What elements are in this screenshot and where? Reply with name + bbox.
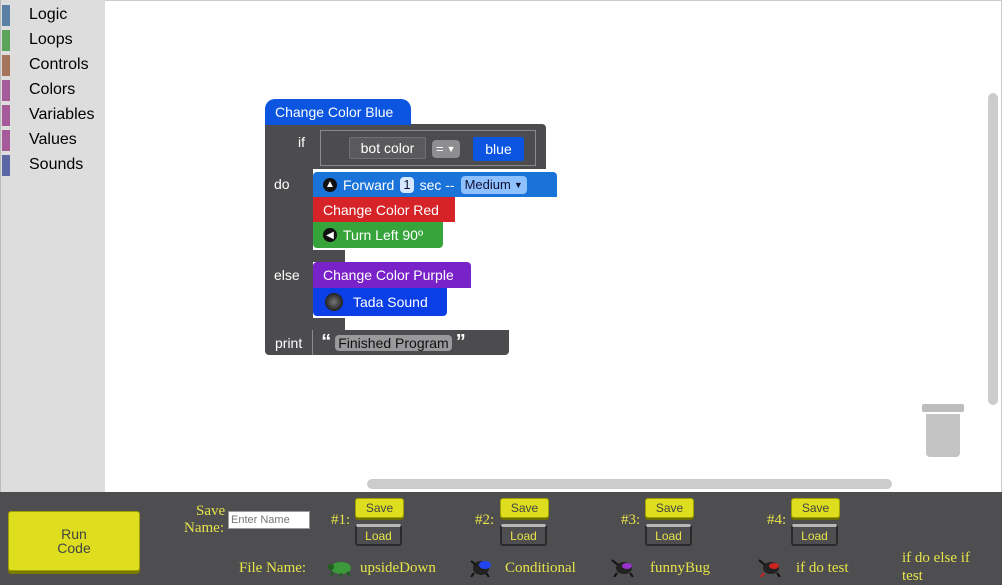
tada-label: Tada Sound bbox=[353, 294, 428, 310]
category-label: Controls bbox=[29, 56, 89, 73]
change-purple-label: Change Color Purple bbox=[323, 267, 454, 283]
category-label: Sounds bbox=[29, 156, 84, 173]
blue-label: blue bbox=[485, 141, 512, 157]
tada-sound-block[interactable]: Tada Sound bbox=[313, 288, 447, 316]
purple-bug-icon bbox=[611, 559, 634, 577]
if-else-block-mid bbox=[265, 250, 345, 262]
save-slot-4-button[interactable]: Save bbox=[791, 498, 840, 518]
category-swatch bbox=[2, 129, 10, 151]
print-block[interactable]: print “ Finished Program ” bbox=[265, 330, 509, 355]
change-color-red-block[interactable]: Change Color Red bbox=[313, 197, 455, 222]
operator-dropdown[interactable]: = ▼ bbox=[432, 140, 460, 158]
file-5-name-line-1[interactable]: if do else if bbox=[902, 550, 970, 567]
print-text-field[interactable]: Finished Program bbox=[335, 334, 452, 351]
blue-color-block[interactable]: blue bbox=[473, 137, 524, 161]
save-slot-3-button[interactable]: Save bbox=[645, 498, 694, 518]
close-quote-icon: ” bbox=[455, 331, 466, 353]
run-code-button[interactable]: Run Code bbox=[8, 511, 140, 571]
category-variables[interactable]: Variables bbox=[2, 104, 102, 126]
slot-3-label: #3: bbox=[621, 512, 641, 528]
if-else-block-spine[interactable] bbox=[265, 124, 313, 348]
workspace[interactable] bbox=[105, 0, 1002, 492]
file-2-name[interactable]: Conditional bbox=[505, 560, 576, 577]
bot-color-label: bot color bbox=[360, 140, 415, 156]
category-loops[interactable]: Loops bbox=[2, 29, 102, 51]
operator-label: = bbox=[436, 141, 444, 156]
save-slot-1-button[interactable]: Save bbox=[355, 498, 404, 518]
speed-label: Medium bbox=[464, 176, 511, 192]
category-controls[interactable]: Controls bbox=[2, 54, 102, 76]
hat-label: Change Color Blue bbox=[275, 104, 394, 120]
category-swatch bbox=[2, 154, 10, 176]
load-slot-4-button[interactable]: Load bbox=[791, 524, 838, 546]
toolbox: Logic Loops Controls Colors Variables Va… bbox=[0, 0, 105, 492]
if-label: if bbox=[298, 134, 305, 150]
text-block[interactable]: “ Finished Program ” bbox=[312, 330, 466, 355]
bot-color-block[interactable]: bot color bbox=[349, 137, 426, 159]
file-4-name[interactable]: if do test bbox=[796, 560, 849, 577]
print-label: print bbox=[275, 334, 303, 351]
slot-2-label: #2: bbox=[475, 512, 495, 528]
chevron-down-icon: ▼ bbox=[446, 144, 456, 154]
forward-block[interactable]: ▲ Forward 1 sec -- Medium ▼ bbox=[313, 172, 557, 197]
slot-4-label: #4: bbox=[767, 512, 787, 528]
speed-dropdown[interactable]: Medium ▼ bbox=[460, 175, 527, 194]
green-bug-icon bbox=[328, 562, 351, 577]
category-swatch bbox=[2, 104, 10, 126]
category-swatch bbox=[2, 54, 10, 76]
open-quote-icon: “ bbox=[321, 331, 332, 353]
load-slot-1-button[interactable]: Load bbox=[355, 524, 402, 546]
file-name-label: File Name: bbox=[239, 560, 307, 576]
event-hat-block[interactable]: Change Color Blue bbox=[265, 99, 411, 125]
blue-bug-icon bbox=[470, 560, 491, 577]
code-label: Code bbox=[57, 540, 91, 556]
category-label: Loops bbox=[29, 31, 73, 48]
else-label: else bbox=[274, 267, 300, 283]
arrow-up-icon: ▲ bbox=[323, 177, 337, 192]
save-name-label-1: Save bbox=[196, 503, 226, 519]
horizontal-scrollbar[interactable] bbox=[367, 479, 892, 489]
arrow-left-icon: ◀ bbox=[323, 228, 337, 242]
turn-left-block[interactable]: ◀ Turn Left 90º bbox=[313, 222, 443, 248]
forward-label: Forward bbox=[343, 176, 395, 193]
trash-lid[interactable] bbox=[922, 404, 964, 412]
category-swatch bbox=[2, 79, 10, 101]
save-slot-2-button[interactable]: Save bbox=[500, 498, 549, 518]
turn-left-label: Turn Left 90º bbox=[343, 227, 424, 243]
slot-1-label: #1: bbox=[331, 512, 351, 528]
run-label: Run bbox=[61, 526, 87, 542]
seconds-field[interactable]: 1 bbox=[400, 176, 414, 193]
category-swatch bbox=[2, 4, 10, 26]
red-bug-icon bbox=[758, 559, 781, 577]
load-slot-2-button[interactable]: Load bbox=[500, 524, 547, 546]
sec-label: sec -- bbox=[419, 176, 455, 193]
category-colors[interactable]: Colors bbox=[2, 79, 102, 101]
change-red-label: Change Color Red bbox=[323, 201, 439, 218]
do-label: do bbox=[274, 176, 290, 192]
vertical-scrollbar[interactable] bbox=[988, 93, 998, 405]
category-label: Logic bbox=[29, 6, 68, 23]
save-name-label-2: Name: bbox=[184, 520, 224, 536]
speaker-icon bbox=[325, 293, 343, 311]
category-logic[interactable]: Logic bbox=[2, 4, 102, 26]
category-label: Values bbox=[29, 131, 77, 148]
category-values[interactable]: Values bbox=[2, 129, 102, 151]
file-5-name-line-2[interactable]: test bbox=[902, 568, 923, 585]
file-3-name[interactable]: funnyBug bbox=[650, 560, 710, 577]
if-else-block-bottom bbox=[265, 318, 345, 330]
trash-icon[interactable] bbox=[926, 414, 960, 457]
category-label: Variables bbox=[29, 106, 95, 123]
category-label: Colors bbox=[29, 81, 76, 98]
save-name-input[interactable] bbox=[228, 511, 310, 529]
category-sounds[interactable]: Sounds bbox=[2, 154, 102, 176]
change-color-purple-block[interactable]: Change Color Purple bbox=[313, 262, 471, 288]
chevron-down-icon: ▼ bbox=[513, 179, 523, 190]
load-slot-3-button[interactable]: Load bbox=[645, 524, 692, 546]
file-1-name[interactable]: upsideDown bbox=[360, 560, 436, 577]
category-swatch bbox=[2, 29, 10, 51]
